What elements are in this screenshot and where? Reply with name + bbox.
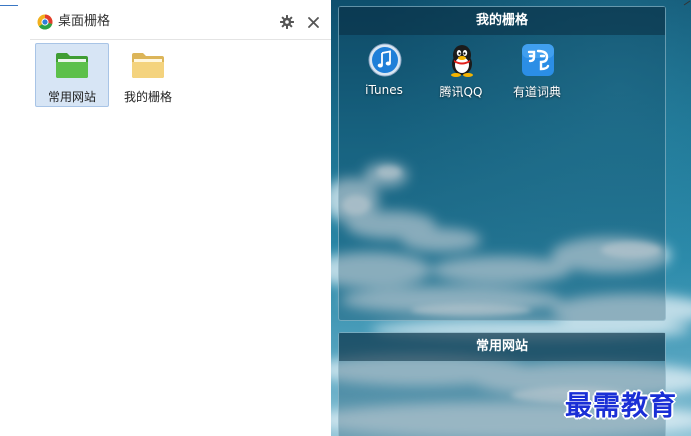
green-folder-icon [56,53,88,78]
folder-item-my-fences[interactable]: 我的栅格 [111,43,185,107]
corner-mark-icon [683,0,691,6]
qq-penguin-icon [451,45,473,77]
fence-my-fences[interactable]: 我的栅格 iTunes 腾讯QQ 有道词典 [338,6,666,321]
youdao-dictionary-icon [522,44,554,76]
folder-item-common-sites[interactable]: 常用网站 [35,43,109,107]
desktop-fences-manager: 桌面栅格 常用网站 我的栅格 [0,0,331,436]
itunes-icon [368,43,402,77]
folder-label: 我的栅格 [123,90,172,104]
watermark-text: 最需教育 [565,391,677,422]
desktop-wallpaper: 我的栅格 iTunes 腾讯QQ 有道词典 常用网站 [331,0,691,436]
close-button[interactable] [303,12,323,32]
app-label: 腾讯QQ [439,85,483,99]
settings-button[interactable] [277,12,297,32]
yellow-folder-icon [132,53,164,78]
app-youdao[interactable]: 有道词典 [506,41,568,101]
app-logo-icon [37,14,53,30]
window-edge-mark [0,0,18,6]
manager-titlebar: 桌面栅格 [30,5,331,40]
folder-label: 常用网站 [47,90,96,104]
app-qq[interactable]: 腾讯QQ [430,41,492,101]
close-icon [307,16,319,28]
app-itunes[interactable]: iTunes [353,41,415,101]
fence-title[interactable]: 常用网站 [339,333,665,361]
window-title: 桌面栅格 [58,14,111,29]
app-label: iTunes [365,83,403,97]
app-label: 有道词典 [512,85,561,99]
gear-icon [280,15,294,29]
fence-title[interactable]: 我的栅格 [339,7,665,35]
